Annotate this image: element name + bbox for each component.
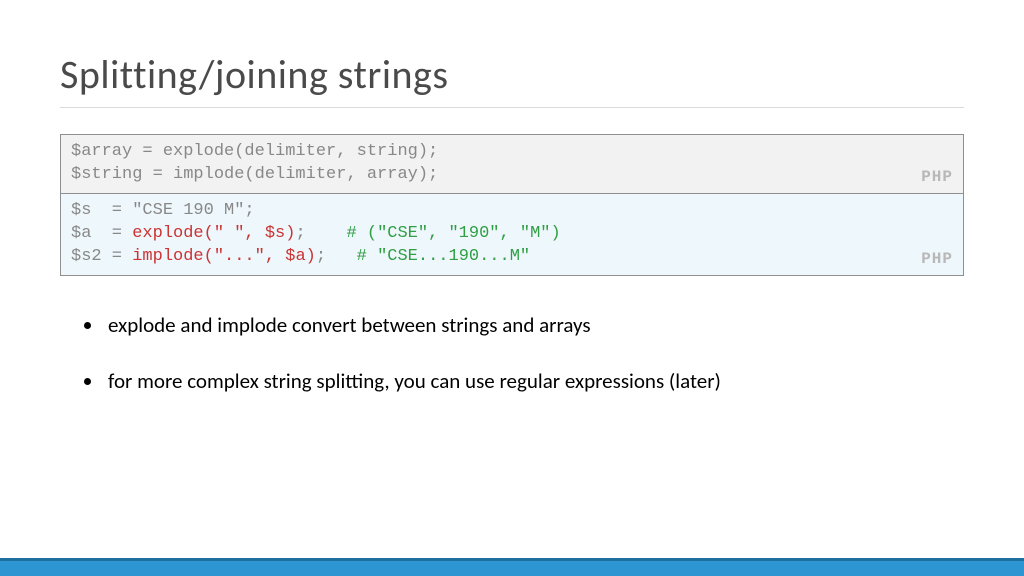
code-line: $array = explode(delimiter, string); xyxy=(71,142,438,161)
php-example-box: $s = "CSE 190 M"; $a = explode(" ", $s);… xyxy=(60,193,964,276)
code-comment: # ("CSE", "190", "M") xyxy=(346,224,560,243)
code-function: implode("...", $a) xyxy=(132,247,316,266)
code-fragment: ; xyxy=(316,247,357,266)
code-fragment: ; xyxy=(295,224,346,243)
code-function: explode(" ", $s) xyxy=(132,224,295,243)
code-comment: # "CSE...190...M" xyxy=(357,247,530,266)
bullet-item: for more complex string splitting, you c… xyxy=(104,368,964,394)
bullet-item: explode and implode convert between stri… xyxy=(104,312,964,338)
language-badge: PHP xyxy=(921,167,953,189)
slide: Splitting/joining strings $array = explo… xyxy=(0,0,1024,576)
bullet-list: explode and implode convert between stri… xyxy=(60,312,964,394)
code-line: $string = implode(delimiter, array); xyxy=(71,165,438,184)
code-fragment: $a = xyxy=(71,224,132,243)
language-badge: PHP xyxy=(921,249,953,271)
footer-accent-bar xyxy=(0,558,1024,576)
code-fragment: $s2 = xyxy=(71,247,132,266)
code-line: $s = "CSE 190 M"; xyxy=(71,201,255,220)
slide-title: Splitting/joining strings xyxy=(60,50,964,108)
php-syntax-box: $array = explode(delimiter, string); $st… xyxy=(60,134,964,194)
